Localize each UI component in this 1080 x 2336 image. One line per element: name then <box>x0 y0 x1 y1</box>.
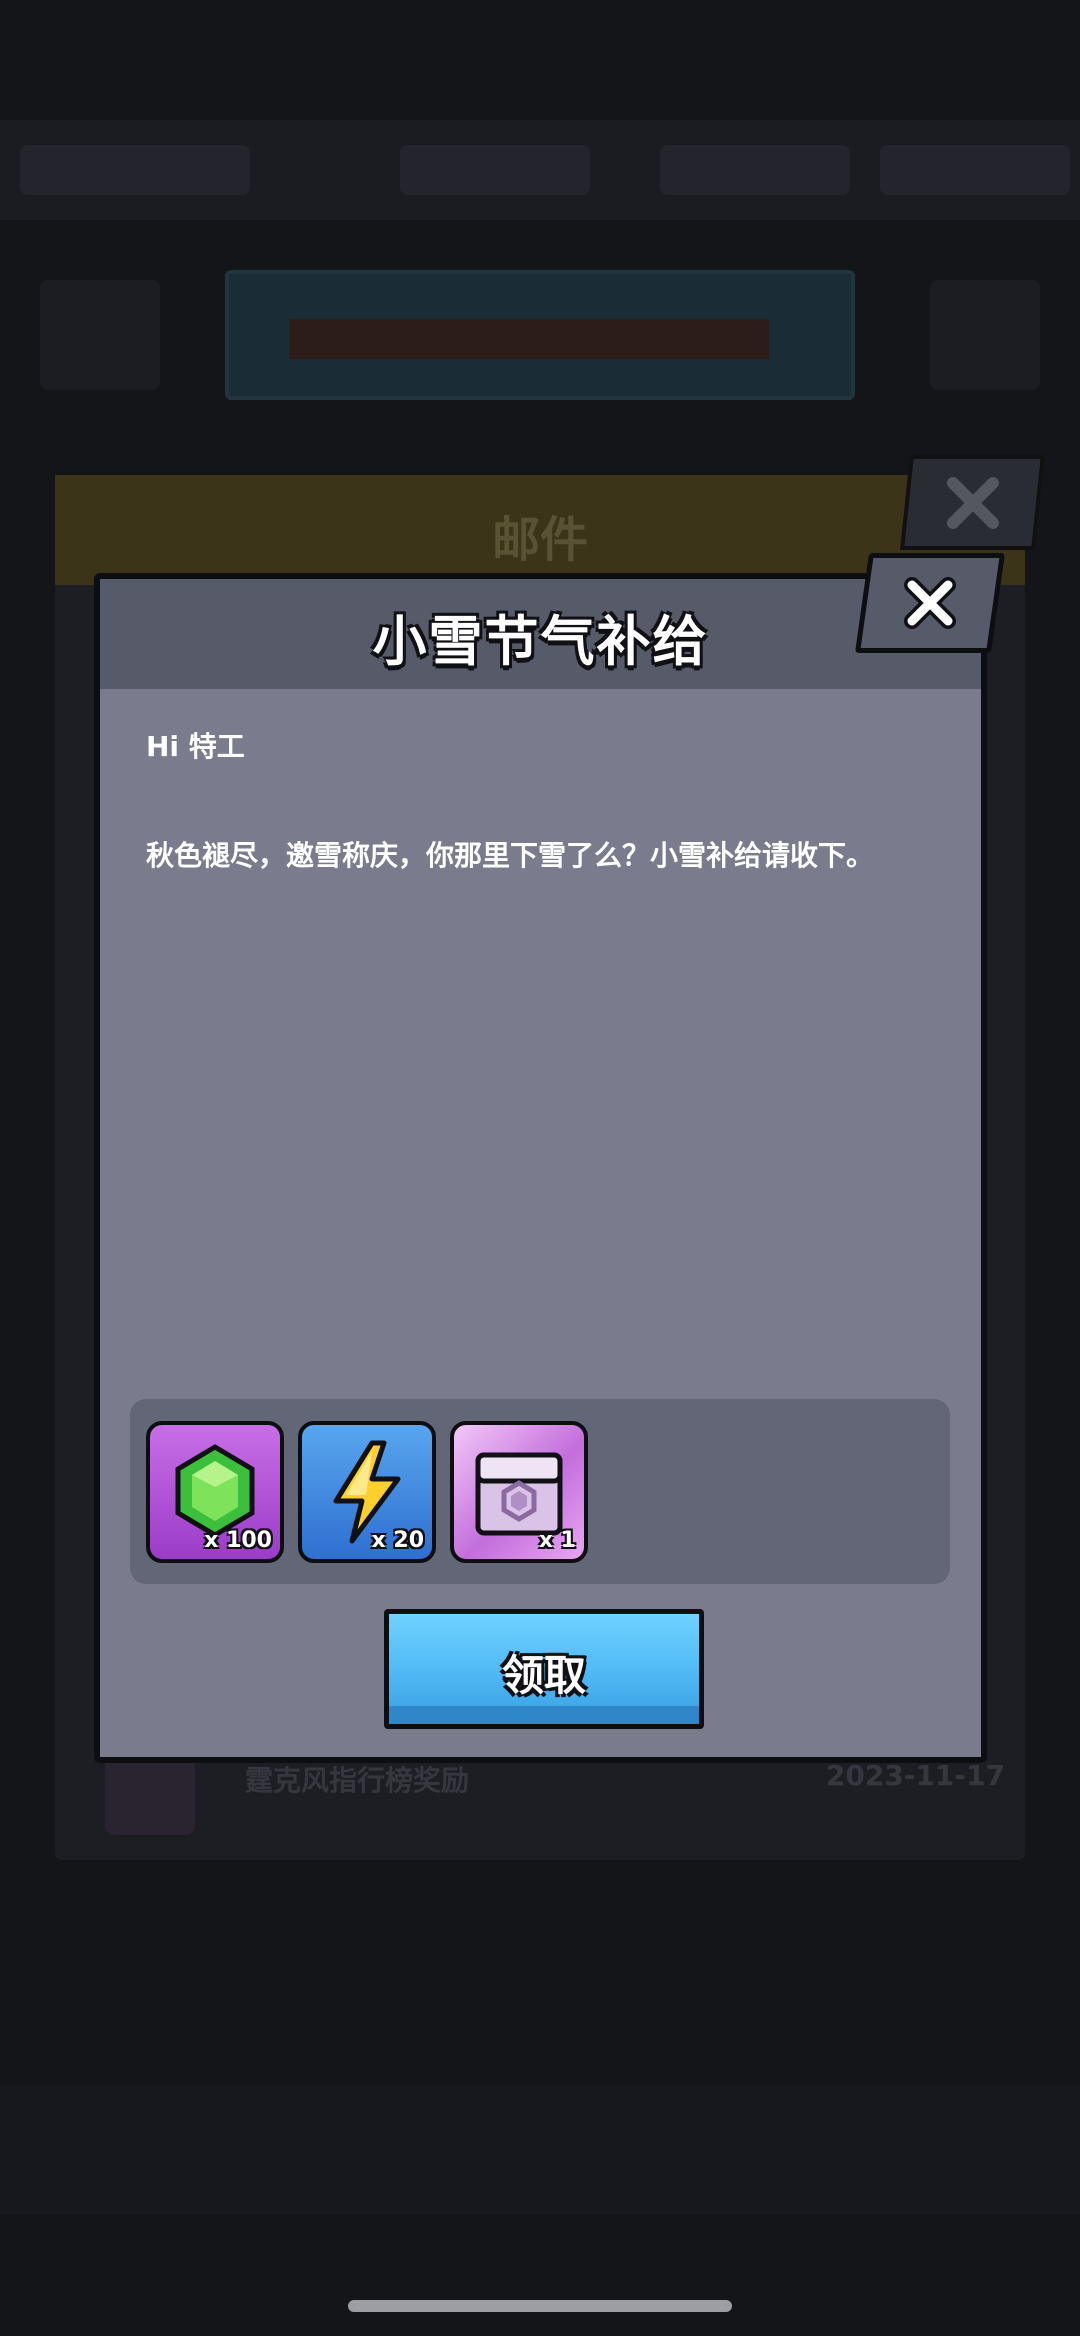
reward-count: x 100 <box>204 1528 272 1553</box>
bg-side-button-left <box>40 280 160 390</box>
reward-count: x 20 <box>371 1528 424 1553</box>
gift-icon <box>105 1755 195 1835</box>
bg-mail-row: 霆克风指行榜奖励 2023-11-17 <box>105 1755 1005 1835</box>
bg-resource-2 <box>400 145 590 195</box>
bg-bottom-nav <box>0 2085 1080 2215</box>
reward-gem[interactable]: x 100 <box>146 1421 284 1563</box>
bg-close-icon <box>900 455 1045 550</box>
claim-button[interactable]: 领取 <box>384 1609 704 1729</box>
bg-side-button-right <box>930 280 1040 390</box>
close-icon <box>904 577 956 629</box>
mail-greeting: Hi 特工 <box>146 730 245 763</box>
bg-mail-row-title: 霆克风指行榜奖励 <box>245 1764 470 1797</box>
mail-message: 秋色褪尽，邀雪称庆，你那里下雪了么？小雪补给请收下。 <box>146 839 875 872</box>
reward-count: x 1 <box>538 1528 576 1553</box>
close-button[interactable] <box>854 553 1006 653</box>
claim-button-label: 领取 <box>501 1651 586 1700</box>
bg-banner <box>225 270 855 400</box>
reward-chest[interactable]: x 1 <box>450 1421 588 1563</box>
bg-resource-3 <box>660 145 850 195</box>
bg-resource-1 <box>20 145 250 195</box>
rewards-list: x 100 x 20 x 1 <box>130 1399 950 1584</box>
bg-resource-4 <box>880 145 1070 195</box>
reward-energy[interactable]: x 20 <box>298 1421 436 1563</box>
dialog-title: 小雪节气补给 <box>372 610 709 673</box>
bg-mail-row-date: 2023-11-17 <box>825 1759 1005 1792</box>
mail-detail-dialog: 小雪节气补给 Hi 特工 秋色褪尽，邀雪称庆，你那里下雪了么？小雪补给请收下。 … <box>94 573 987 1763</box>
dialog-header: 小雪节气补给 <box>100 579 981 689</box>
home-indicator <box>348 2300 732 2312</box>
